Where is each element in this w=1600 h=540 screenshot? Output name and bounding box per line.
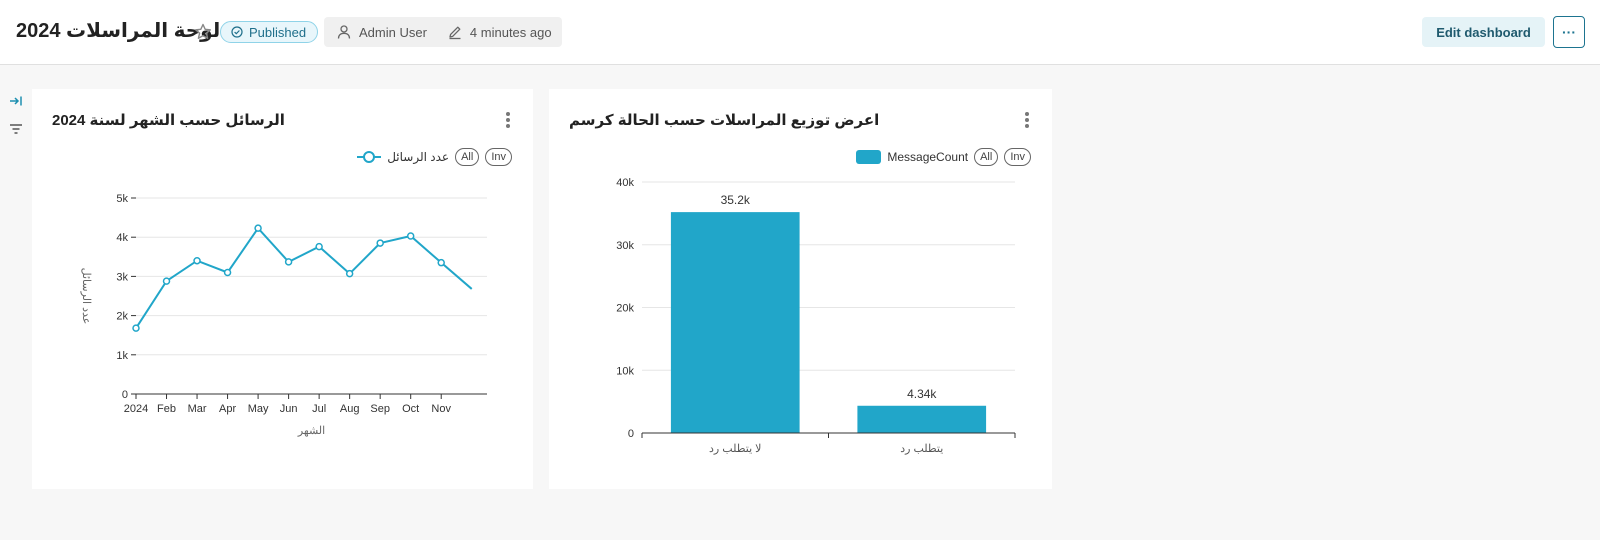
y-tick-label: 20k [616, 303, 634, 315]
last-edited-info[interactable]: 4 minutes ago [447, 24, 552, 40]
bar [670, 212, 800, 433]
x-tick-label: Feb [157, 403, 176, 415]
star-icon[interactable] [193, 22, 213, 42]
bar [857, 405, 987, 433]
filter-icon[interactable] [8, 122, 24, 136]
x-tick-label: Sep [370, 403, 390, 415]
line-chart-card: الرسائل حسب الشهر لسنة 2024 عدد الرسائل … [32, 89, 533, 489]
x-tick-label: Aug [340, 403, 360, 415]
x-tick-label: Mar [188, 403, 207, 415]
y-axis-title: عدد الرسائل [80, 268, 92, 325]
x-tick-label: يتطلب رد [900, 443, 943, 455]
y-tick-label: 0 [628, 428, 634, 440]
x-tick-label: Nov [431, 403, 451, 415]
data-point [162, 277, 171, 285]
y-tick-label: 40k [616, 177, 634, 189]
dashboard-header: لوحة المراسلات 2024 Published Admin User… [0, 0, 1600, 65]
data-point [406, 232, 415, 240]
dashboard-title[interactable]: لوحة المراسلات 2024 [16, 18, 220, 43]
y-tick-label: 3k [116, 271, 128, 283]
user-icon [337, 25, 351, 39]
y-tick-label: 4k [116, 232, 128, 244]
data-point [376, 239, 384, 247]
last-edited-time: 4 minutes ago [469, 24, 552, 40]
data-point [223, 268, 232, 277]
pencil-icon [449, 26, 461, 40]
author-name: Admin User [359, 24, 427, 40]
series-line [135, 226, 473, 329]
data-point [315, 242, 323, 251]
expand-sidebar-icon[interactable] [9, 94, 23, 108]
edit-dashboard-button[interactable]: Edit dashboard [1422, 17, 1545, 47]
x-tick-label: 2024 [124, 403, 148, 415]
x-tick-label: May [248, 403, 269, 415]
data-point [437, 258, 445, 267]
x-tick-label: Jul [312, 403, 326, 415]
y-tick-label: 2k [116, 311, 128, 323]
line-chart: 0 1k 2k 3k 4k 5k 2024 Feb Mar Apr May Jun Jul Aug Sep O… [80, 193, 487, 437]
x-tick-label: Jun [280, 403, 298, 415]
published-check-icon [231, 26, 243, 38]
x-tick-label: لا يتطلب رد [709, 443, 761, 455]
bar-value-label: 4.34k [907, 387, 937, 401]
status-badge-label: Published [249, 24, 307, 40]
data-point [254, 224, 262, 232]
data-point [284, 258, 293, 266]
y-tick-label: 1k [116, 350, 128, 362]
bar-value-label: 35.2k [721, 193, 751, 207]
status-badge: Published [220, 21, 319, 43]
author-info[interactable]: Admin User [336, 24, 427, 40]
more-actions-button[interactable]: ··· [1553, 16, 1585, 48]
y-tick-label: 5k [116, 193, 128, 205]
x-axis-title: الشهر [297, 425, 325, 437]
y-tick-label: 10k [616, 365, 634, 377]
data-point [132, 324, 140, 332]
data-point [193, 256, 201, 265]
bar-chart: 0 10k 20k 30k 40k 35.2k لا يتطلب رد 4.34k يتطلب … [616, 177, 1016, 455]
x-tick-label: Apr [219, 403, 236, 415]
y-tick-label: 0 [122, 389, 128, 401]
x-tick-label: Oct [402, 403, 419, 415]
y-tick-label: 30k [616, 240, 634, 252]
bar-chart-card: اعرض توزيع المراسلات حسب الحالة كرسم Mes… [549, 89, 1052, 489]
data-point [345, 269, 354, 278]
dashboard-meta: Admin User 4 minutes ago [324, 17, 562, 47]
